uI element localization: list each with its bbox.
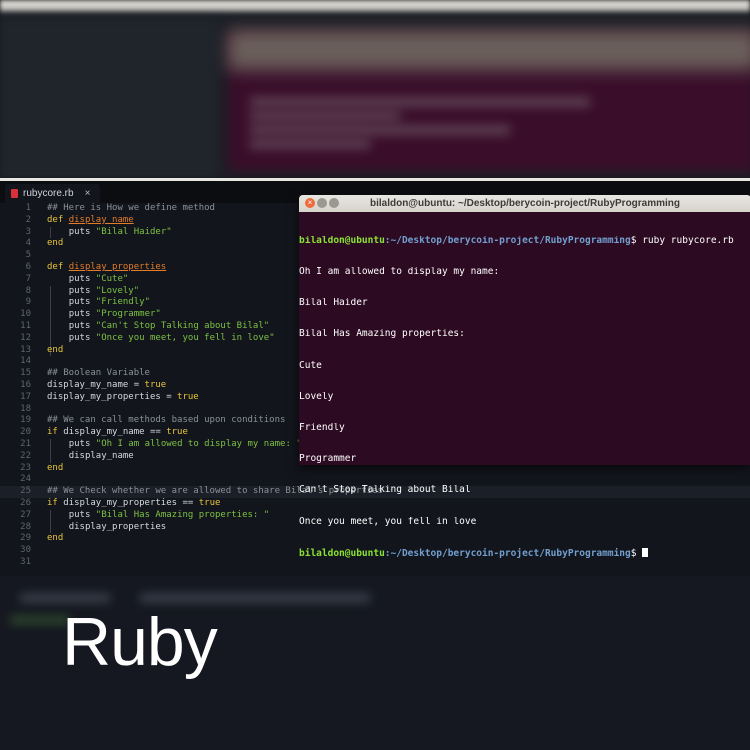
blurred-line [250,140,370,148]
blurred-line [140,594,370,602]
terminal-title: bilaldon@ubuntu: ~/Desktop/berycoin-proj… [369,198,681,209]
blurred-background-top [0,0,750,178]
terminal-command-line: bilaldon@ubuntu:~/Desktop/berycoin-proje… [299,235,734,246]
blurred-line [250,126,510,134]
terminal-prompt-line: bilaldon@ubuntu:~/Desktop/berycoin-proje… [299,547,750,558]
terminal-window[interactable]: × bilaldon@ubuntu: ~/Desktop/berycoin-pr… [299,195,750,558]
terminal-output-line: Bilal Has Amazing properties: [299,329,465,340]
terminal-output-line: Oh I am allowed to display my name: [299,267,500,278]
overlay-title: Ruby [62,604,218,680]
blurred-line [250,112,400,120]
tab-rubycore[interactable]: rubycore.rb × [5,184,101,203]
blurred-line [250,98,590,106]
terminal-output-line: Friendly [299,423,345,434]
terminal-output-line: Once you meet, you fell in love [299,516,477,527]
blurred-line [10,616,70,624]
terminal-output-line: Cute [299,360,322,371]
blurred-line [20,594,110,602]
terminal-output[interactable]: bilaldon@ubuntu:~/Desktop/berycoin-proje… [299,215,750,579]
close-icon[interactable]: × [85,184,91,203]
terminal-output-line: Programmer [299,454,357,465]
terminal-output-line: Can't Stop Talking about Bilal [299,485,471,496]
terminal-titlebar[interactable]: × bilaldon@ubuntu: ~/Desktop/berycoin-pr… [299,195,750,212]
ruby-file-icon [11,189,18,198]
terminal-output-line: Lovely [299,391,334,402]
terminal-cursor [642,547,649,557]
blurred-titlebar [228,30,750,70]
tab-label: rubycore.rb [23,188,74,199]
terminal-output-line: Bilal Haider [299,298,368,309]
blurred-sidebar [0,18,220,178]
